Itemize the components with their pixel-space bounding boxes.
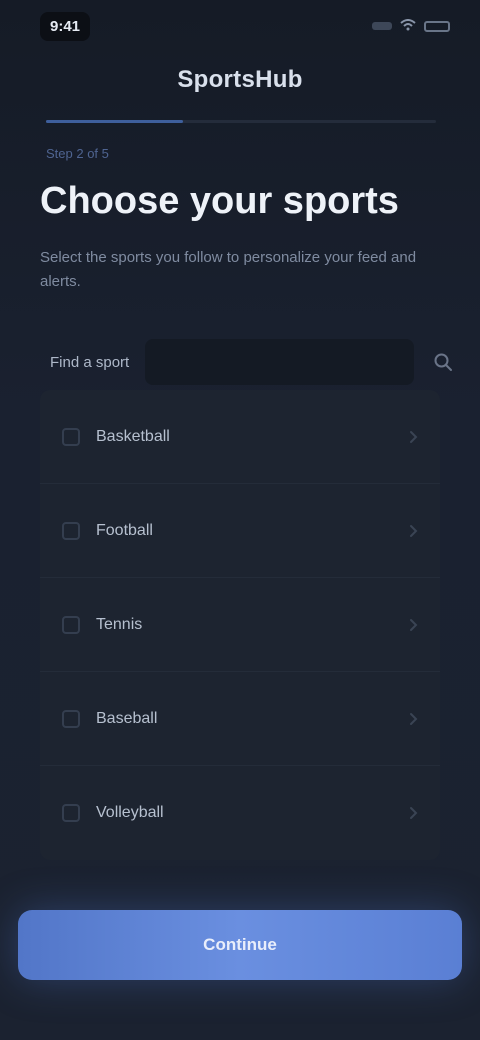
chevron-right-icon — [406, 524, 420, 538]
list-item-label: Basketball — [96, 427, 170, 445]
list-item[interactable]: Volleyball — [40, 766, 440, 860]
battery-icon — [424, 20, 450, 32]
search-label: Find a sport — [50, 353, 130, 371]
onboarding-progress — [46, 120, 436, 123]
list-item-label: Football — [96, 521, 153, 539]
signal-icon — [372, 22, 392, 30]
step-label: Step 2 of 5 — [46, 146, 109, 161]
list-item[interactable]: Basketball — [40, 390, 440, 484]
chevron-right-icon — [406, 806, 420, 820]
status-time: 9:41 — [40, 11, 91, 41]
page-title: Choose your sports — [40, 180, 399, 222]
checkbox-icon[interactable] — [62, 709, 80, 728]
brand-title: SportsHub — [177, 66, 303, 93]
checkbox-icon[interactable] — [62, 427, 80, 446]
chevron-right-icon — [406, 618, 420, 632]
status-icons — [372, 18, 450, 34]
list-item[interactable]: Baseball — [40, 672, 440, 766]
status-bar: 9:41 — [0, 0, 480, 52]
search-row: Find a sport — [40, 336, 456, 388]
chevron-right-icon — [406, 712, 420, 726]
checkbox-icon[interactable] — [62, 521, 80, 540]
search-input[interactable] — [145, 339, 414, 385]
list-item[interactable]: Tennis — [40, 578, 440, 672]
continue-button[interactable]: Continue — [18, 910, 462, 980]
sport-list: Basketball Football Tennis Baseball Volleyba… — [40, 390, 440, 860]
progress-fill — [46, 120, 183, 123]
chevron-right-icon — [406, 430, 420, 444]
checkbox-icon[interactable] — [62, 615, 80, 634]
checkbox-icon[interactable] — [62, 804, 80, 822]
list-item-label: Tennis — [96, 615, 143, 633]
list-item[interactable]: Football — [40, 484, 440, 578]
search-icon[interactable] — [430, 349, 456, 375]
wifi-icon — [400, 18, 416, 34]
list-item-label: Baseball — [96, 709, 158, 727]
page-subtitle: Select the sports you follow to personal… — [40, 249, 417, 290]
list-item-label: Volleyball — [96, 804, 164, 821]
